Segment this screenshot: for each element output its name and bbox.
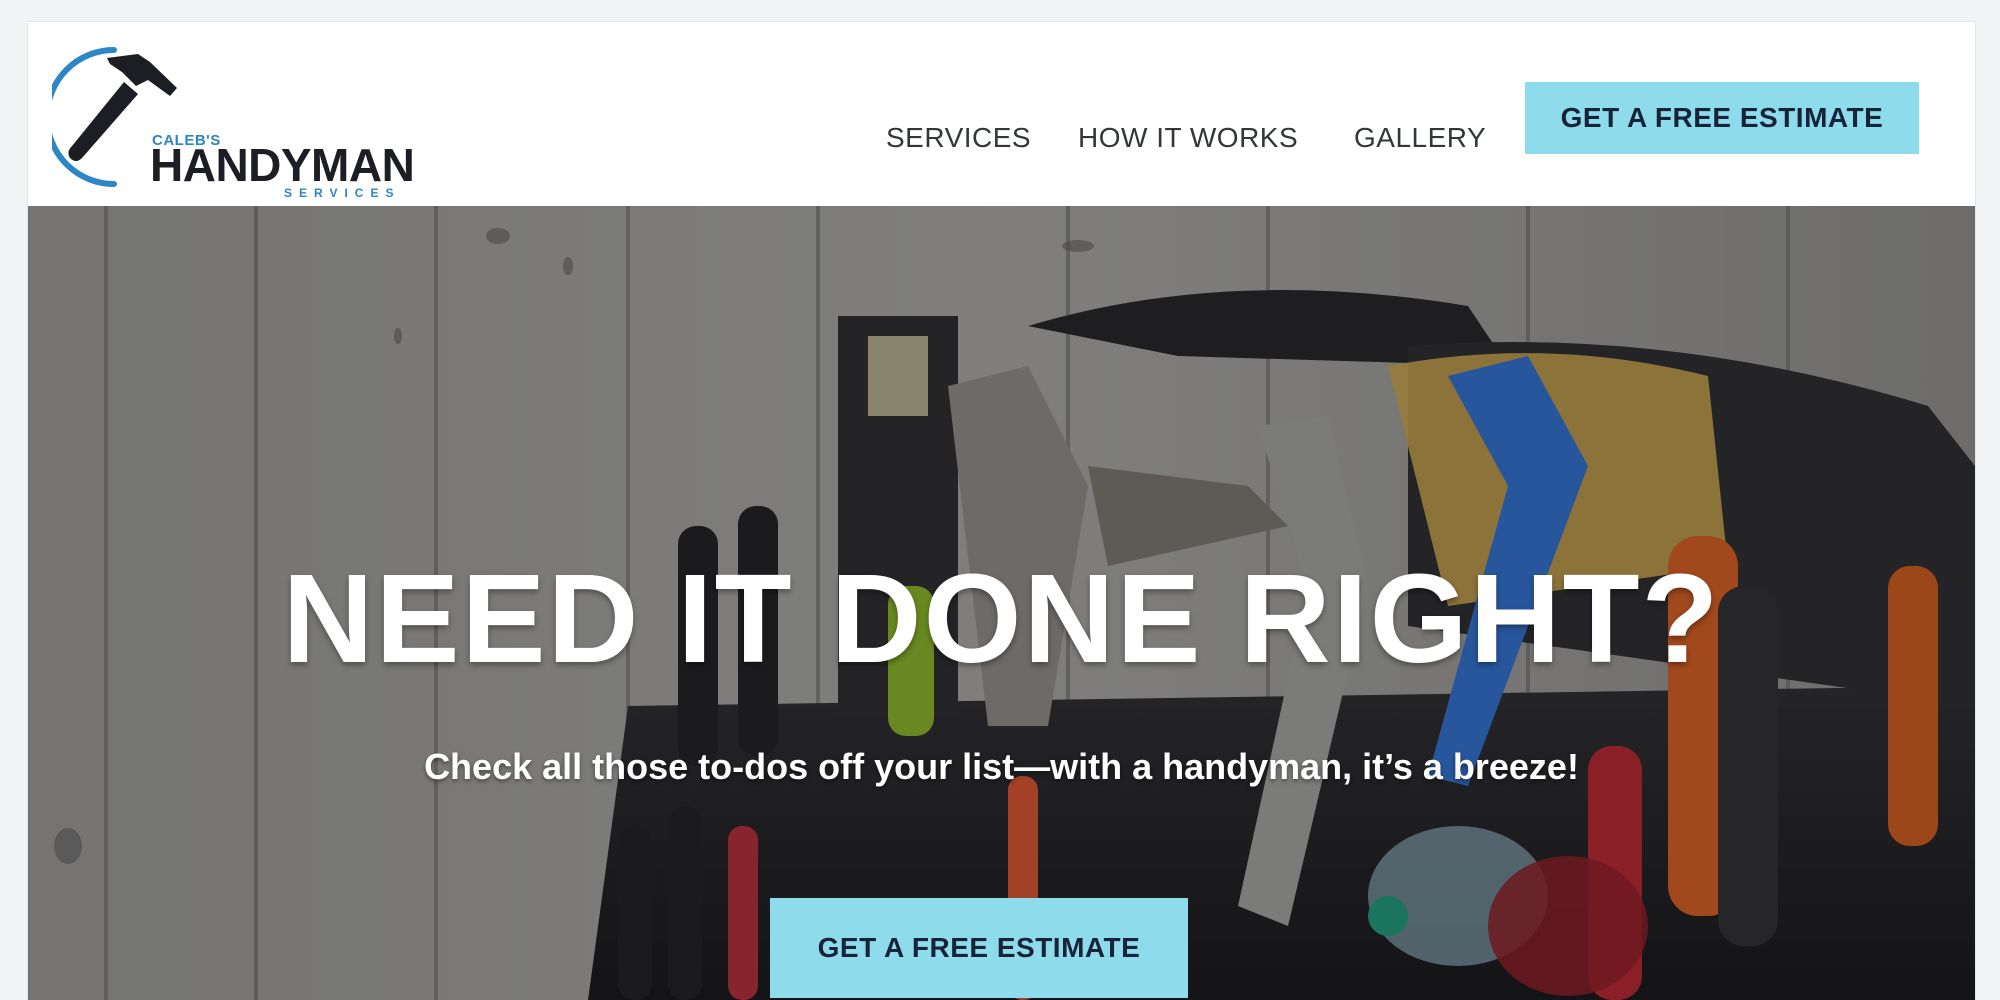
nav-how-it-works[interactable]: HOW IT WORKS [1078, 122, 1298, 154]
hero-section: NEED IT DONE RIGHT? Check all those to-d… [28, 206, 1975, 1000]
logo-sub-text: SERVICES [284, 186, 401, 200]
nav-services[interactable]: SERVICES [886, 122, 1031, 154]
hero-title: NEED IT DONE RIGHT? [282, 548, 1721, 689]
get-free-estimate-button-header[interactable]: GET A FREE ESTIMATE [1525, 82, 1919, 154]
logo-main-text: HANDYMAN [150, 139, 415, 191]
nav-gallery[interactable]: GALLERY [1354, 122, 1486, 154]
get-free-estimate-button-hero[interactable]: GET A FREE ESTIMATE [770, 898, 1188, 998]
site-container: CALEB'S HANDYMAN SERVICES SERVICES HOW I… [28, 22, 1975, 1000]
hero-subtitle: Check all those to-dos off your list—wit… [424, 746, 1579, 787]
logo[interactable]: CALEB'S HANDYMAN SERVICES [52, 44, 432, 200]
site-header: CALEB'S HANDYMAN SERVICES SERVICES HOW I… [28, 22, 1975, 206]
